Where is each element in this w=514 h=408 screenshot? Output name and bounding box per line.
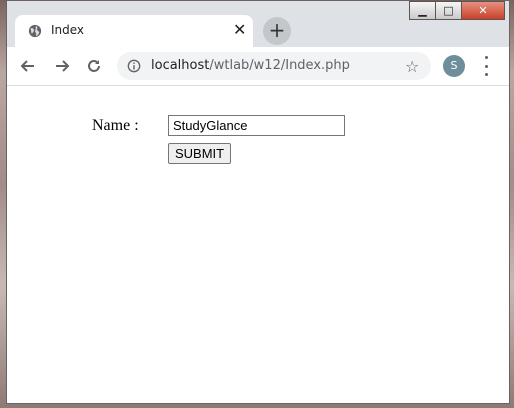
bookmark-star-icon[interactable]: ☆ — [405, 57, 419, 76]
browser-window: ▁ □ ✕ Index ✕ + localhost/wtlab/w12/Inde… — [6, 0, 510, 404]
maximize-icon[interactable]: □ — [435, 1, 461, 20]
forward-icon[interactable] — [49, 53, 75, 79]
toolbar: localhost/wtlab/w12/Index.php ☆ S — [7, 47, 509, 86]
name-label: Name : — [92, 117, 139, 134]
name-input[interactable] — [168, 115, 345, 136]
window-controls: ▁ □ ✕ — [409, 1, 505, 20]
tab-title: Index — [51, 23, 85, 37]
tab-close-icon[interactable]: ✕ — [233, 20, 246, 39]
new-tab-button[interactable]: + — [263, 17, 291, 45]
address-bar[interactable]: localhost/wtlab/w12/Index.php ☆ — [117, 52, 431, 80]
profile-avatar[interactable]: S — [443, 55, 465, 77]
back-icon[interactable] — [15, 53, 41, 79]
tab-index[interactable]: Index ✕ — [15, 15, 253, 47]
globe-icon — [28, 24, 42, 38]
info-icon[interactable] — [127, 59, 141, 73]
reload-icon[interactable] — [81, 53, 107, 79]
url-text[interactable]: localhost/wtlab/w12/Index.php — [151, 58, 350, 73]
page-content: Name : SUBMIT — [7, 86, 509, 403]
url-host: localhost — [151, 58, 210, 73]
title-bar: ▁ □ ✕ Index ✕ + — [7, 1, 509, 47]
minimize-icon[interactable]: ▁ — [409, 1, 435, 20]
url-path: /wtlab/w12/Index.php — [209, 58, 350, 73]
submit-button[interactable]: SUBMIT — [168, 143, 232, 164]
more-menu-icon[interactable] — [483, 56, 489, 76]
close-icon[interactable]: ✕ — [461, 1, 505, 20]
